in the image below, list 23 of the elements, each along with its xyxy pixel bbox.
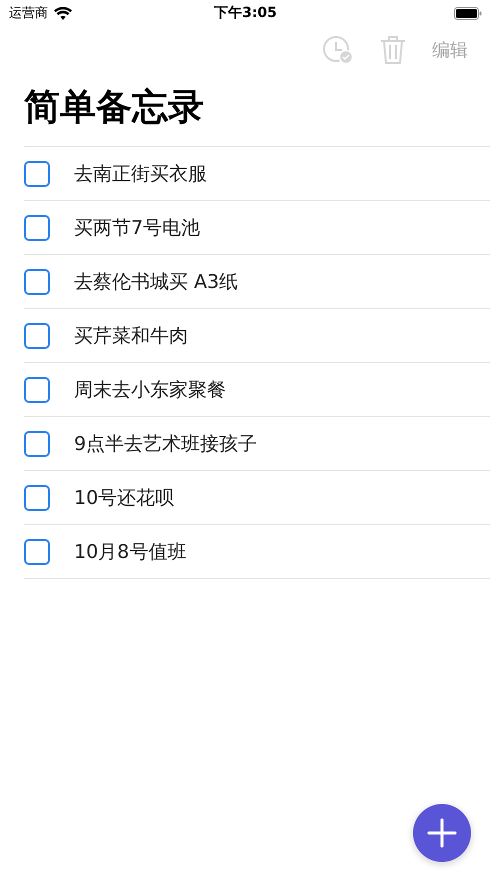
checkbox[interactable] — [24, 538, 50, 564]
checkbox[interactable] — [24, 322, 50, 348]
checkbox[interactable] — [24, 268, 50, 294]
memo-text: 10月8号值班 — [74, 540, 186, 564]
status-time: 下午3:05 — [214, 4, 277, 22]
memo-text: 9点半去艺术班接孩子 — [74, 432, 258, 456]
memo-text: 周末去小东家聚餐 — [74, 378, 226, 402]
memo-text: 去蔡伦书城买 A3纸 — [74, 270, 238, 294]
memo-text: 买芹菜和牛肉 — [74, 324, 188, 348]
plus-icon — [427, 818, 457, 848]
checkbox[interactable] — [24, 484, 50, 510]
wifi-icon — [54, 6, 72, 20]
checkbox[interactable] — [24, 376, 50, 402]
page-title: 简单备忘录 — [24, 86, 205, 130]
memo-text: 去南正街买衣服 — [74, 162, 207, 186]
carrier-name: 运营商 — [9, 5, 48, 22]
add-button[interactable] — [413, 804, 471, 862]
battery-icon — [454, 6, 482, 20]
checkbox[interactable] — [24, 214, 50, 240]
checkbox[interactable] — [24, 430, 50, 456]
memo-text: 买两节7号电池 — [74, 216, 200, 240]
memo-text: 10号还花呗 — [74, 486, 174, 510]
checkbox[interactable] — [24, 160, 50, 186]
